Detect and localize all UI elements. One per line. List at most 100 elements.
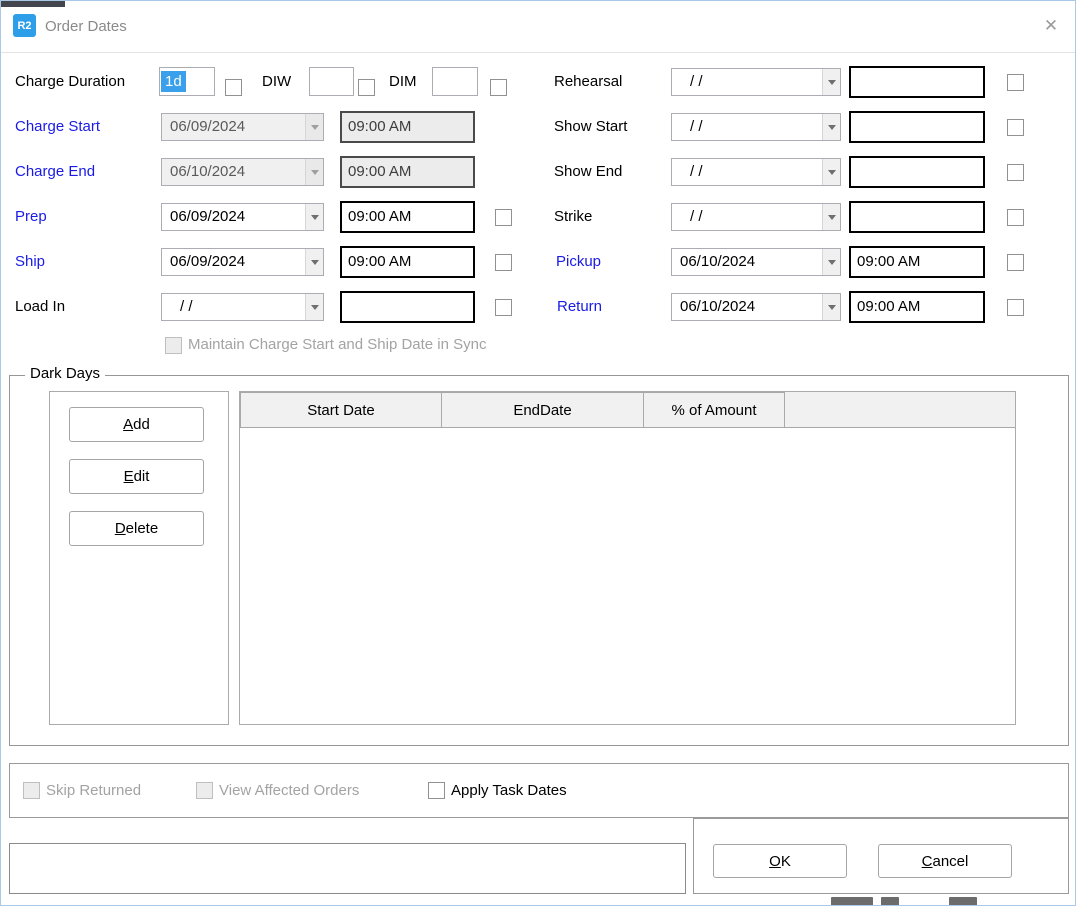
prep-date-field[interactable]: 06/09/2024 — [161, 203, 324, 231]
diw-input[interactable] — [309, 67, 354, 96]
pickup-checkbox[interactable] — [1007, 254, 1024, 271]
diw-checkbox[interactable] — [358, 79, 375, 96]
charge-end-label[interactable]: Charge End — [15, 157, 95, 187]
charge-start-label[interactable]: Charge Start — [15, 112, 100, 142]
chevron-down-icon[interactable] — [822, 204, 840, 230]
strike-time-field[interactable] — [849, 201, 985, 233]
charge-start-date-value: 06/09/2024 — [162, 114, 323, 140]
ship-label[interactable]: Ship — [15, 247, 45, 277]
ship-date-value: 06/09/2024 — [162, 249, 323, 275]
show-end-date-value: / / — [672, 159, 840, 185]
delete-button[interactable]: Delete — [69, 511, 204, 546]
rehearsal-time-field[interactable] — [849, 66, 985, 98]
load-in-checkbox[interactable] — [495, 299, 512, 316]
load-in-label: Load In — [15, 292, 65, 322]
add-button[interactable]: Add — [69, 407, 204, 442]
ship-time-field[interactable]: 09:00 AM — [340, 246, 475, 278]
return-label[interactable]: Return — [557, 292, 602, 322]
apply-task-dates-label: Apply Task Dates — [451, 776, 567, 806]
show-end-date-field[interactable]: / / — [671, 158, 841, 186]
sync-checkbox-label: Maintain Charge Start and Ship Date in S… — [188, 330, 487, 360]
row-charge-end: Charge End 06/10/2024 09:00 AM Show End … — [1, 157, 1075, 187]
rehearsal-date-value: / / — [672, 69, 840, 95]
cancel-button[interactable]: Cancel — [878, 844, 1012, 878]
load-in-time-field[interactable] — [340, 291, 475, 323]
chevron-down-icon[interactable] — [305, 249, 323, 275]
show-end-time-field[interactable] — [849, 156, 985, 188]
row-charge-start: Charge Start 06/09/2024 09:00 AM Show St… — [1, 112, 1075, 142]
charge-end-time-value: 09:00 AM — [348, 163, 411, 180]
prep-time-field[interactable]: 09:00 AM — [340, 201, 475, 233]
dim-label: DIM — [389, 67, 417, 97]
ship-checkbox[interactable] — [495, 254, 512, 271]
dark-days-legend: Dark Days — [25, 364, 105, 384]
strike-label: Strike — [554, 202, 592, 232]
strike-checkbox[interactable] — [1007, 209, 1024, 226]
rehearsal-checkbox[interactable] — [1007, 74, 1024, 91]
row-charge-duration: Charge Duration 1d DIW DIM Rehearsal / / — [1, 67, 1075, 97]
r2-app-icon: R2 — [13, 14, 36, 37]
show-start-checkbox[interactable] — [1007, 119, 1024, 136]
chevron-down-icon — [305, 159, 323, 185]
pickup-date-field[interactable]: 06/10/2024 — [671, 248, 841, 276]
titlebar: R2 Order Dates ✕ — [1, 1, 1075, 52]
chevron-down-icon[interactable] — [822, 294, 840, 320]
chevron-down-icon[interactable] — [822, 114, 840, 140]
window-title: Order Dates — [45, 1, 127, 52]
dark-days-table: Start Date EndDate % of Amount — [239, 391, 1016, 725]
skip-returned-label: Skip Returned — [46, 776, 141, 806]
prep-date-value: 06/09/2024 — [162, 204, 323, 230]
show-start-time-field[interactable] — [849, 111, 985, 143]
charge-duration-input[interactable]: 1d — [159, 67, 215, 96]
close-icon[interactable]: ✕ — [1037, 12, 1065, 40]
charge-duration-label: Charge Duration — [15, 67, 125, 97]
background-artifact — [949, 897, 977, 906]
chevron-down-icon[interactable] — [305, 294, 323, 320]
column-header-start-date[interactable]: Start Date — [240, 392, 442, 428]
chevron-down-icon[interactable] — [305, 204, 323, 230]
dim-input[interactable] — [432, 67, 478, 96]
load-in-date-value: / / — [162, 294, 323, 320]
charge-start-time-value: 09:00 AM — [348, 118, 411, 135]
row-prep: Prep 06/09/2024 09:00 AM Strike / / — [1, 202, 1075, 232]
charge-duration-value: 1d — [161, 71, 186, 92]
dim-checkbox[interactable] — [490, 79, 507, 96]
pickup-time-value: 09:00 AM — [857, 253, 920, 270]
ship-time-value: 09:00 AM — [348, 253, 411, 270]
prep-label[interactable]: Prep — [15, 202, 47, 232]
return-date-field[interactable]: 06/10/2024 — [671, 293, 841, 321]
background-artifact — [831, 897, 873, 906]
strike-date-field[interactable]: / / — [671, 203, 841, 231]
chevron-down-icon[interactable] — [822, 69, 840, 95]
column-header-filler — [785, 392, 1015, 428]
ok-button[interactable]: OK — [713, 844, 847, 878]
diw-label: DIW — [262, 67, 291, 97]
return-date-value: 06/10/2024 — [672, 294, 840, 320]
row-load-in: Load In / / Return 06/10/2024 09:00 AM — [1, 292, 1075, 322]
return-time-field[interactable]: 09:00 AM — [849, 291, 985, 323]
rehearsal-date-field[interactable]: / / — [671, 68, 841, 96]
column-header-end-date[interactable]: EndDate — [441, 392, 644, 428]
edit-button[interactable]: Edit — [69, 459, 204, 494]
show-end-checkbox[interactable] — [1007, 164, 1024, 181]
show-end-label: Show End — [554, 157, 622, 187]
ship-date-field[interactable]: 06/09/2024 — [161, 248, 324, 276]
pickup-label[interactable]: Pickup — [556, 247, 601, 277]
load-in-date-field[interactable]: / / — [161, 293, 324, 321]
charge-start-date-field: 06/09/2024 — [161, 113, 324, 141]
prep-time-value: 09:00 AM — [348, 208, 411, 225]
view-affected-orders-label: View Affected Orders — [219, 776, 359, 806]
show-start-date-field[interactable]: / / — [671, 113, 841, 141]
pickup-time-field[interactable]: 09:00 AM — [849, 246, 985, 278]
column-header-percent-amount[interactable]: % of Amount — [643, 392, 785, 428]
prep-checkbox[interactable] — [495, 209, 512, 226]
return-checkbox[interactable] — [1007, 299, 1024, 316]
view-affected-orders-checkbox — [196, 782, 213, 799]
charge-end-date-value: 06/10/2024 — [162, 159, 323, 185]
charge-duration-checkbox[interactable] — [225, 79, 242, 96]
chevron-down-icon[interactable] — [822, 249, 840, 275]
footer-text-field[interactable] — [9, 843, 686, 894]
chevron-down-icon[interactable] — [822, 159, 840, 185]
apply-task-dates-checkbox[interactable] — [428, 782, 445, 799]
pickup-date-value: 06/10/2024 — [672, 249, 840, 275]
